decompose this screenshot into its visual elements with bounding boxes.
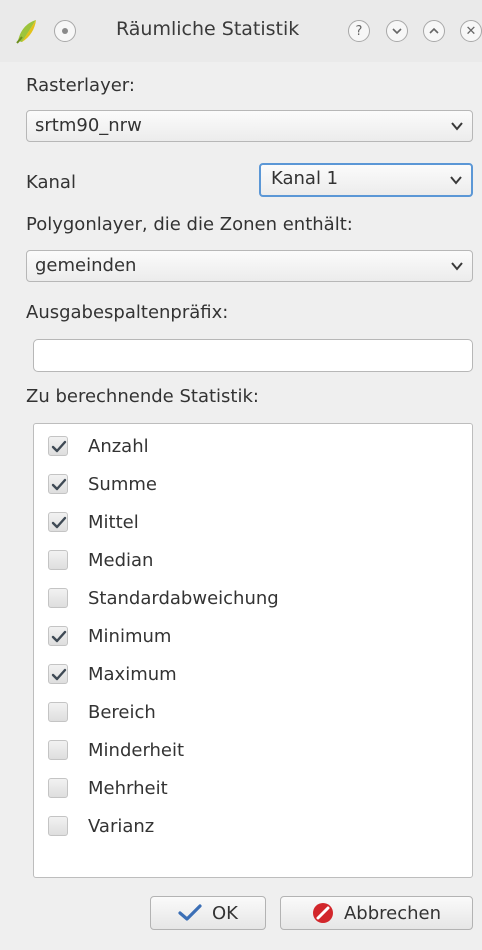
close-icon: ✕ bbox=[465, 23, 477, 39]
statistic-label: Standardabweichung bbox=[88, 587, 279, 609]
window-title: Räumliche Statistik bbox=[116, 18, 300, 40]
statistics-label: Zu berechnende Statistik: bbox=[26, 386, 259, 407]
chevron-down-icon bbox=[450, 176, 462, 185]
statistic-option[interactable]: Mehrheit bbox=[48, 773, 168, 803]
band-value: Kanal 1 bbox=[271, 168, 339, 189]
statistic-option[interactable]: Bereich bbox=[48, 697, 156, 727]
statistic-label: Minderheit bbox=[88, 739, 185, 761]
statistic-label: Mittel bbox=[88, 511, 139, 533]
band-label: Kanal bbox=[26, 172, 76, 193]
minimize-button[interactable] bbox=[386, 20, 408, 42]
statistic-checkbox[interactable] bbox=[48, 702, 68, 722]
statistic-option[interactable]: Standardabweichung bbox=[48, 583, 279, 613]
chevron-down-icon bbox=[392, 28, 402, 35]
statistic-label: Varianz bbox=[88, 815, 155, 837]
raster-layer-value: srtm90_nrw bbox=[35, 115, 142, 136]
close-button[interactable]: ✕ bbox=[460, 20, 482, 42]
statistic-checkbox[interactable] bbox=[48, 626, 68, 646]
statistic-option[interactable]: Anzahl bbox=[48, 431, 149, 461]
statistic-option[interactable]: Summe bbox=[48, 469, 157, 499]
cancel-button[interactable]: Abbrechen bbox=[280, 896, 473, 930]
help-icon: ? bbox=[355, 23, 363, 39]
statistic-option[interactable]: Varianz bbox=[48, 811, 154, 841]
statistic-checkbox[interactable] bbox=[48, 816, 68, 836]
statistic-label: Median bbox=[88, 549, 154, 571]
window-menu-button[interactable] bbox=[54, 20, 76, 42]
statistic-label: Maximum bbox=[88, 663, 177, 685]
statistic-option[interactable]: Mittel bbox=[48, 507, 139, 537]
checkmark-icon bbox=[51, 516, 67, 529]
checkmark-icon bbox=[51, 630, 67, 643]
polygon-layer-value: gemeinden bbox=[35, 255, 137, 276]
statistic-checkbox[interactable] bbox=[48, 436, 68, 456]
chevron-down-icon bbox=[451, 262, 463, 271]
checkmark-icon bbox=[51, 478, 67, 491]
statistic-label: Anzahl bbox=[88, 435, 149, 457]
ok-button-label: OK bbox=[212, 902, 238, 924]
ok-button[interactable]: OK bbox=[150, 896, 266, 930]
band-select[interactable]: Kanal 1 bbox=[259, 163, 473, 197]
raster-layer-select[interactable]: srtm90_nrw bbox=[26, 110, 473, 142]
maximize-button[interactable] bbox=[423, 20, 445, 42]
checkmark-icon bbox=[178, 904, 202, 921]
statistic-label: Mehrheit bbox=[88, 777, 168, 799]
statistic-option[interactable]: Median bbox=[48, 545, 153, 575]
checkmark-icon bbox=[51, 668, 67, 681]
raster-layer-label: Rasterlayer: bbox=[26, 75, 135, 96]
statistic-checkbox[interactable] bbox=[48, 550, 68, 570]
chevron-up-icon bbox=[429, 27, 439, 34]
dialog-window: Räumliche Statistik ? ✕ Rasterlayer: srt… bbox=[0, 0, 482, 950]
output-prefix-input[interactable] bbox=[33, 339, 473, 372]
cancel-button-label: Abbrechen bbox=[343, 902, 442, 924]
statistic-label: Minimum bbox=[88, 625, 172, 647]
statistic-checkbox[interactable] bbox=[48, 588, 68, 608]
qgis-logo-icon bbox=[16, 20, 36, 44]
statistic-label: Summe bbox=[88, 473, 157, 495]
title-bar[interactable]: Räumliche Statistik ? ✕ bbox=[0, 0, 482, 62]
statistic-checkbox[interactable] bbox=[48, 474, 68, 494]
checkmark-icon bbox=[51, 440, 67, 453]
statistic-option[interactable]: Maximum bbox=[48, 659, 177, 689]
statistic-checkbox[interactable] bbox=[48, 512, 68, 532]
polygon-layer-label: Polygonlayer, die die Zonen enthält: bbox=[26, 214, 353, 235]
cancel-icon bbox=[312, 903, 333, 923]
chevron-down-icon bbox=[451, 122, 463, 131]
statistic-checkbox[interactable] bbox=[48, 740, 68, 760]
statistics-list: Anzahl Summe Mittel Median Standardabweichun… bbox=[33, 423, 473, 878]
output-prefix-label: Ausgabespaltenpräfix: bbox=[26, 302, 229, 323]
statistic-option[interactable]: Minderheit bbox=[48, 735, 184, 765]
polygon-layer-select[interactable]: gemeinden bbox=[26, 250, 473, 282]
statistic-checkbox[interactable] bbox=[48, 664, 68, 684]
statistic-option[interactable]: Minimum bbox=[48, 621, 171, 651]
statistic-label: Bereich bbox=[88, 701, 156, 723]
statistic-checkbox[interactable] bbox=[48, 778, 68, 798]
help-button[interactable]: ? bbox=[348, 20, 370, 42]
